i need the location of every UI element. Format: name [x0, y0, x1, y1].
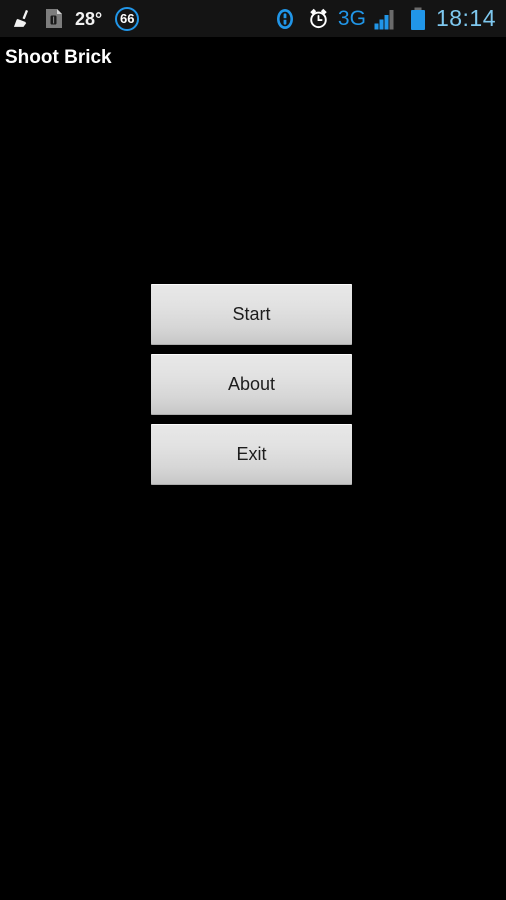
about-button[interactable]: About	[151, 354, 352, 415]
network-type-label: 3G	[337, 7, 366, 30]
status-badge: 66	[115, 6, 140, 31]
alarm-clock-icon	[307, 0, 330, 38]
status-bar-right-group: 3G 18:14	[275, 0, 506, 38]
main-menu: Start About Exit	[151, 284, 352, 485]
status-bar: 28° 66 3G 18:14	[0, 0, 506, 38]
battery-icon	[410, 0, 426, 38]
broom-cleaner-icon	[11, 0, 33, 38]
start-button[interactable]: Start	[151, 284, 352, 345]
sim-card-icon	[45, 0, 63, 38]
signal-bars-icon	[374, 0, 398, 38]
app-screen: 28° 66 3G 18:14 Shoot Brick Start About …	[0, 0, 506, 900]
exit-button[interactable]: Exit	[151, 424, 352, 485]
status-bar-clock: 18:14	[435, 5, 496, 31]
page-title: Shoot Brick	[5, 46, 112, 68]
temperature-indicator: 28°	[75, 8, 103, 29]
main-content: Start About Exit	[0, 76, 506, 900]
status-bar-left-group: 28° 66	[0, 0, 140, 38]
title-bar: Shoot Brick	[0, 38, 506, 76]
vibrate-mode-icon	[275, 0, 295, 38]
